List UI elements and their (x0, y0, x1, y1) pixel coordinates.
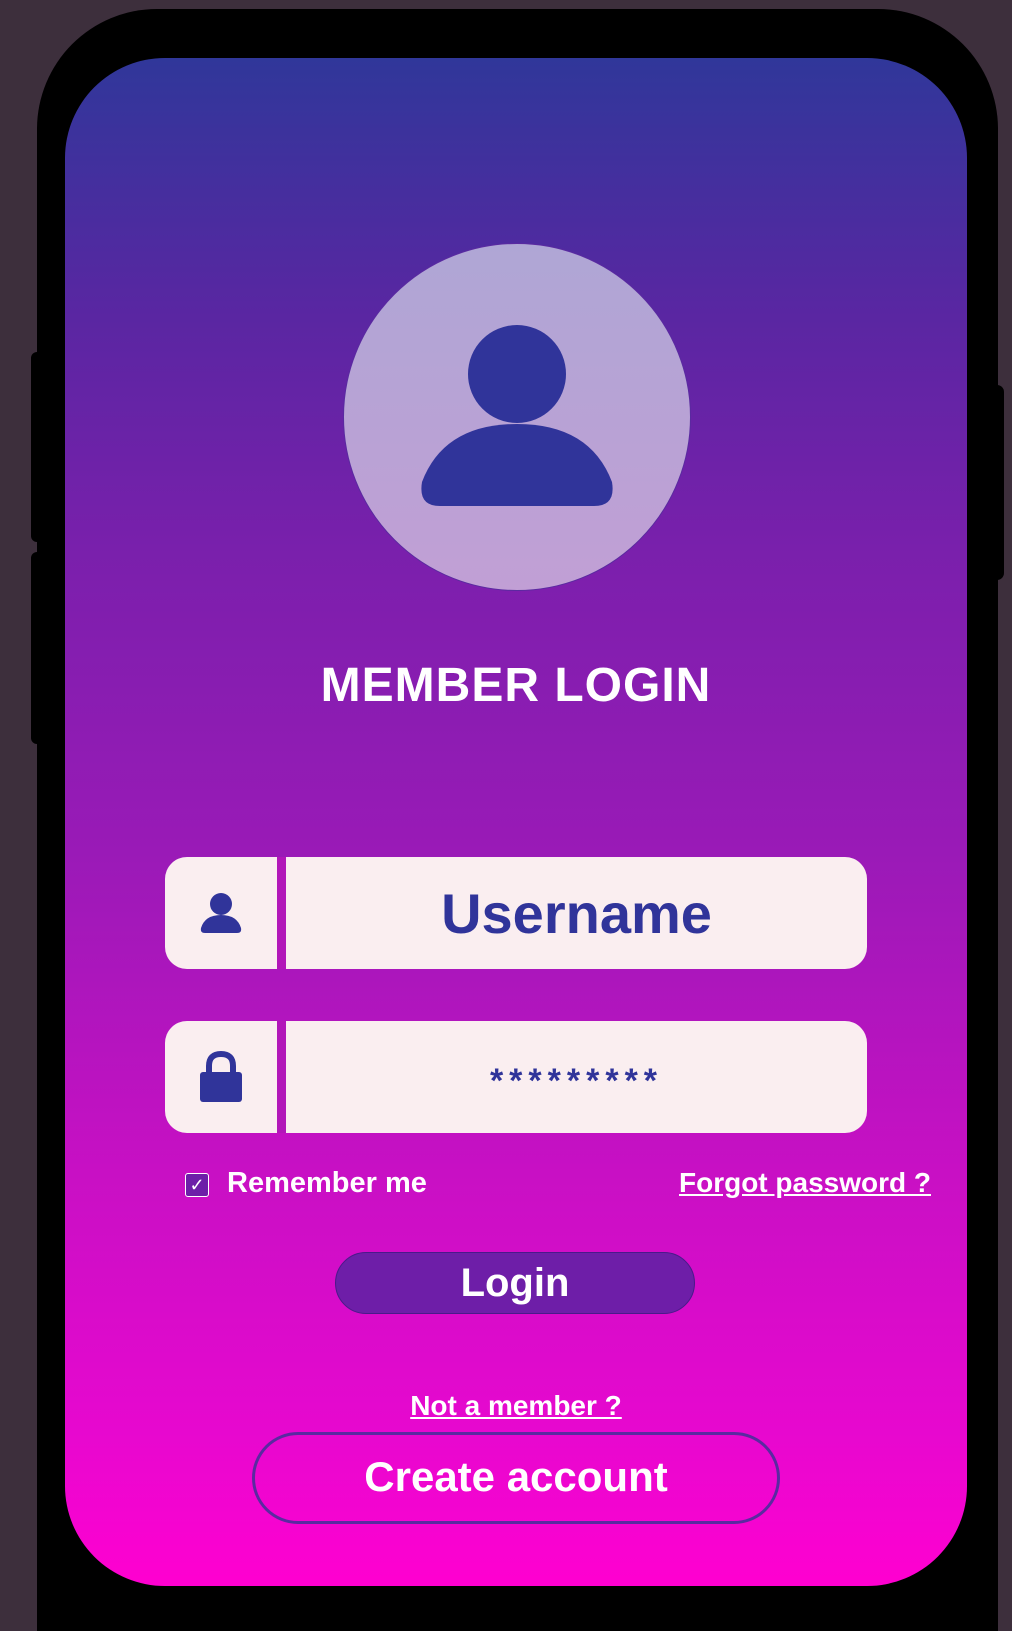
username-input[interactable]: Username (286, 857, 867, 969)
password-input[interactable]: ********* (286, 1021, 867, 1133)
remember-me-checkbox[interactable]: ✓ (185, 1173, 209, 1197)
options-row: ✓ Remember me Forgot password ? (185, 1167, 967, 1207)
avatar (343, 243, 691, 591)
remember-me-label[interactable]: Remember me (227, 1167, 427, 1200)
field-divider (277, 1021, 286, 1133)
avatar-user-icon (421, 325, 613, 506)
create-account-button[interactable]: Create account (252, 1432, 780, 1524)
login-screen: MEMBER LOGIN Username ********* ✓ Rememb… (65, 58, 967, 1586)
not-a-member-link[interactable]: Not a member ? (65, 1390, 967, 1422)
username-field[interactable]: Username (165, 857, 867, 969)
login-button[interactable]: Login (335, 1252, 695, 1314)
lock-icon (165, 1021, 277, 1133)
forgot-password-link[interactable]: Forgot password ? (679, 1167, 931, 1199)
user-icon (165, 857, 277, 969)
password-field[interactable]: ********* (165, 1021, 867, 1133)
field-divider (277, 857, 286, 969)
page-title: MEMBER LOGIN (320, 659, 712, 712)
